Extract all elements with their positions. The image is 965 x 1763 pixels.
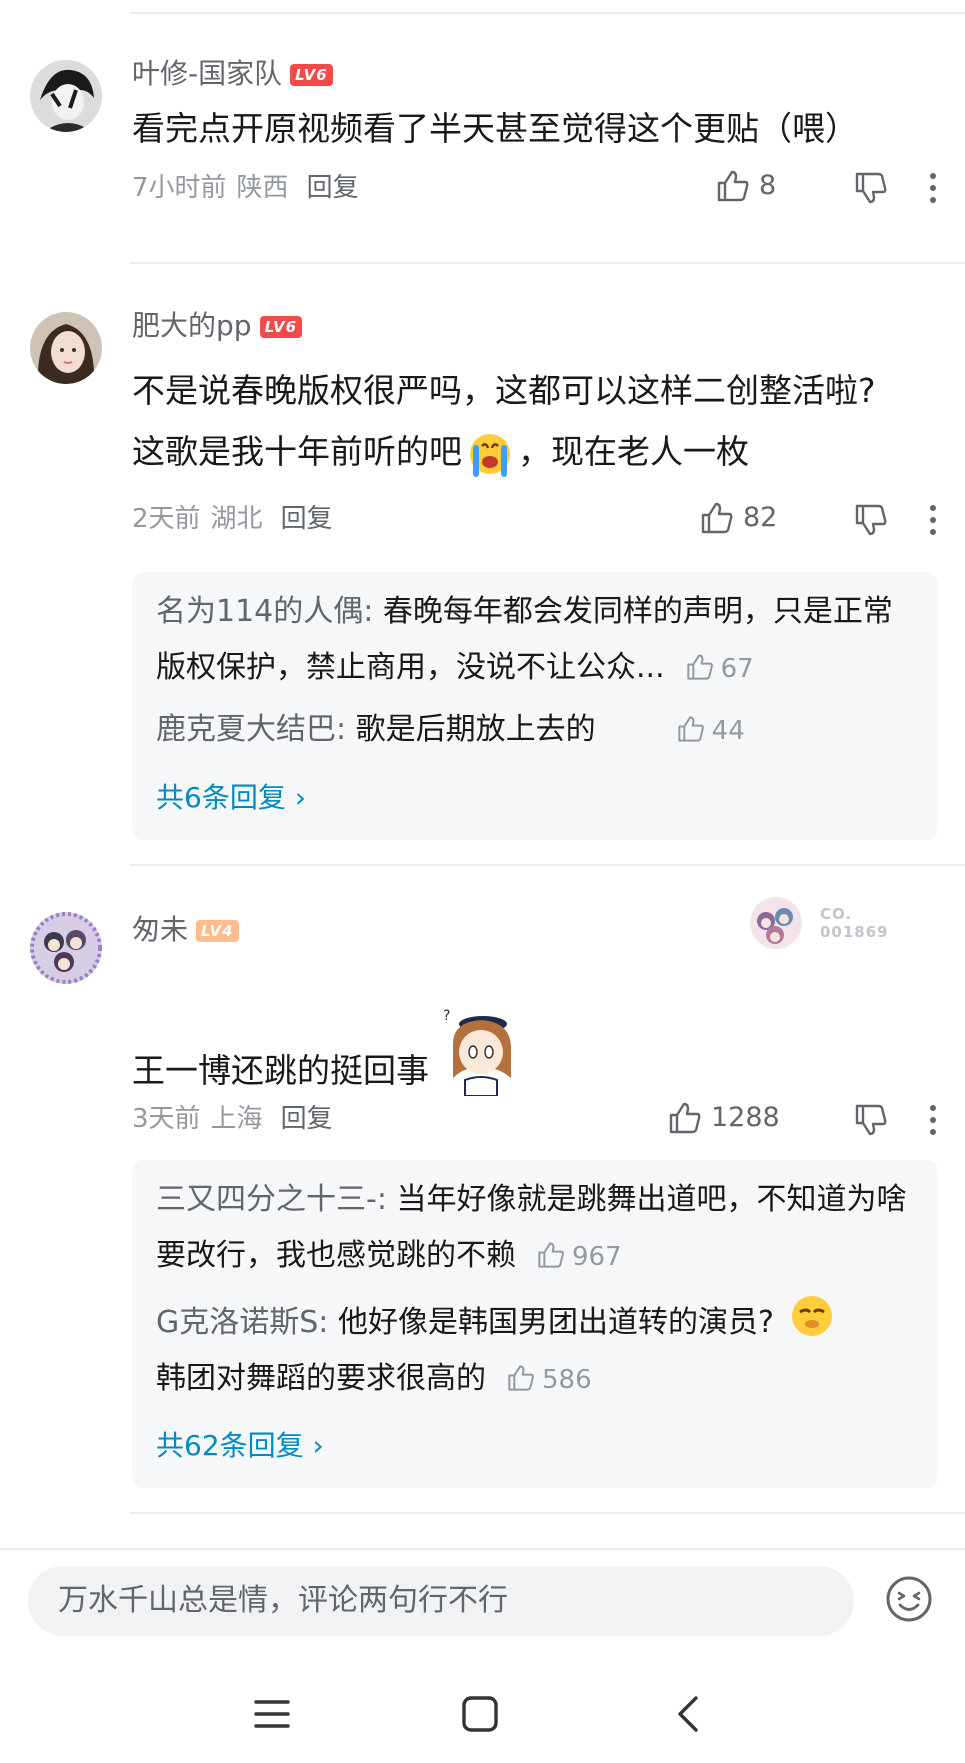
- anime-girl-sticker-icon: ?: [443, 1008, 511, 1096]
- comment-text: 看完点开原视频看了半天甚至觉得这个更贴（喂）: [132, 109, 858, 148]
- sub-reply[interactable]: 三又四分之十三-: 当年好像就是跳舞出道吧，不知道为啥要改行，我也感觉跳的不赖 9…: [156, 1172, 920, 1285]
- thumbs-up-icon: [538, 1242, 564, 1268]
- comment-actions: 1288: [669, 1100, 965, 1140]
- svg-text:?: ?: [443, 1008, 450, 1024]
- thumbs-down-icon[interactable]: [853, 1102, 889, 1138]
- like-count: 82: [743, 502, 778, 533]
- chevron-right-icon: ›: [312, 1429, 324, 1462]
- chevron-right-icon: ›: [294, 781, 306, 814]
- comment-time: 7小时前: [132, 173, 227, 203]
- badge-figure-icon: [750, 897, 802, 949]
- comment-actions: 8: [705, 168, 965, 208]
- reply-button[interactable]: 回复: [281, 504, 333, 534]
- divider: [130, 1512, 965, 1514]
- comment-actions: 82: [701, 500, 965, 540]
- emoji-picker-icon[interactable]: [884, 1574, 934, 1624]
- reply-preview-box[interactable]: 三又四分之十三-: 当年好像就是跳舞出道吧，不知道为啥要改行，我也感觉跳的不赖 9…: [132, 1160, 938, 1488]
- view-all-replies-link[interactable]: 共62条回复 ›: [156, 1428, 324, 1464]
- comment-meta: 2天前 湖北 回复: [132, 502, 333, 536]
- reply-preview-box[interactable]: 名为114的人偶: 春晚每年都会发同样的声明，只是正常版权保护，禁止商用，没说不…: [132, 572, 938, 840]
- sub-reply-likes: 967: [516, 1242, 622, 1272]
- username[interactable]: 叶修-国家队 LV6: [132, 56, 333, 92]
- divider: [130, 12, 965, 14]
- comment-time: 2天前: [132, 504, 201, 534]
- sub-reply-author[interactable]: 名为114的人偶:: [156, 594, 373, 629]
- sub-reply-text: 歌是后期放上去的: [346, 712, 596, 747]
- level-badge: LV6: [290, 64, 333, 86]
- sub-reply-author[interactable]: G克洛诺斯S:: [156, 1305, 328, 1340]
- reply-button[interactable]: 回复: [281, 1104, 333, 1134]
- more-options-icon[interactable]: [929, 172, 937, 204]
- more-options-icon[interactable]: [929, 1104, 937, 1136]
- comment-meta: 3天前 上海 回复: [132, 1102, 333, 1136]
- sub-reply-likes: 67: [665, 654, 754, 684]
- thumbs-up-icon[interactable]: [667, 1100, 703, 1136]
- smug-face-emoji-icon: [791, 1296, 832, 1336]
- divider: [130, 262, 965, 264]
- more-options-icon[interactable]: [929, 504, 937, 536]
- comment-input[interactable]: 万水千山总是情，评论两句行不行: [28, 1566, 854, 1636]
- badge-number: CO. 001869: [820, 905, 889, 941]
- fan-badge[interactable]: CO. 001869: [744, 893, 914, 953]
- avatar[interactable]: [30, 312, 102, 384]
- comment-location: 上海: [210, 1104, 263, 1134]
- comment-text-line: 不是说春晚版权很严吗，这都可以这样二创整活啦?: [132, 371, 876, 410]
- thumbs-down-icon[interactable]: [853, 170, 889, 206]
- sub-reply-likes: 44: [656, 716, 745, 746]
- comment-text: 不是说春晚版权很严吗，这都可以这样二创整活啦? 这歌是我十年前听的吧 ，现在老人一…: [132, 360, 935, 482]
- avatar[interactable]: [30, 60, 102, 132]
- username[interactable]: 肥大的pp LV6: [132, 308, 303, 344]
- sub-reply-author[interactable]: 三又四分之十三-:: [156, 1182, 387, 1217]
- crying-emoji-icon: [470, 433, 510, 477]
- thumbs-up-icon: [686, 654, 713, 680]
- sub-reply[interactable]: 名为114的人偶: 春晚每年都会发同样的声明，只是正常版权保护，禁止商用，没说不…: [156, 584, 920, 697]
- sub-reply-author[interactable]: 鹿克夏大结巴:: [156, 712, 346, 747]
- thumbs-up-icon[interactable]: [699, 500, 735, 536]
- sub-reply[interactable]: G克洛诺斯S: 他好像是韩国男团出道转的演员? 韩团对舞蹈的要求很高的 586: [156, 1292, 920, 1408]
- comment-meta: 7小时前 陕西 回复: [132, 171, 359, 205]
- like-count: 1288: [711, 1102, 780, 1133]
- level-badge: LV6: [259, 316, 303, 338]
- like-count: 8: [759, 170, 777, 201]
- reply-button[interactable]: 回复: [307, 173, 359, 203]
- comment-location: 陕西: [236, 173, 289, 203]
- divider: [130, 864, 965, 866]
- view-all-replies-link[interactable]: 共6条回复 ›: [156, 780, 306, 816]
- sub-reply-text: 韩团对舞蹈的要求很高的: [156, 1361, 486, 1396]
- comment-location: 湖北: [210, 504, 263, 534]
- sub-reply-likes: 586: [486, 1365, 592, 1395]
- thumbs-down-icon[interactable]: [853, 502, 889, 538]
- thumbs-up-icon[interactable]: [715, 168, 751, 204]
- thumbs-up-icon: [508, 1365, 534, 1391]
- system-nav-bar: [0, 1668, 965, 1763]
- thumbs-up-icon: [677, 716, 704, 742]
- username[interactable]: 匆未 LV4: [132, 912, 239, 948]
- comment-time: 3天前: [132, 1104, 201, 1134]
- menu-icon[interactable]: [250, 1692, 294, 1736]
- sub-reply[interactable]: 鹿克夏大结巴: 歌是后期放上去的 44: [156, 702, 920, 759]
- home-icon[interactable]: [458, 1692, 502, 1736]
- sub-reply-text: 他好像是韩国男团出道转的演员?: [328, 1305, 774, 1340]
- comment-text: 王一博还跳的挺回事 ?: [132, 1004, 935, 1101]
- comment-text-line: 这歌是我十年前听的吧 ，现在老人一枚: [132, 421, 935, 482]
- avatar[interactable]: [30, 912, 102, 984]
- comment-input-bar: 万水千山总是情，评论两句行不行: [0, 1548, 965, 1668]
- level-badge: LV4: [196, 920, 239, 942]
- back-icon[interactable]: [668, 1692, 712, 1736]
